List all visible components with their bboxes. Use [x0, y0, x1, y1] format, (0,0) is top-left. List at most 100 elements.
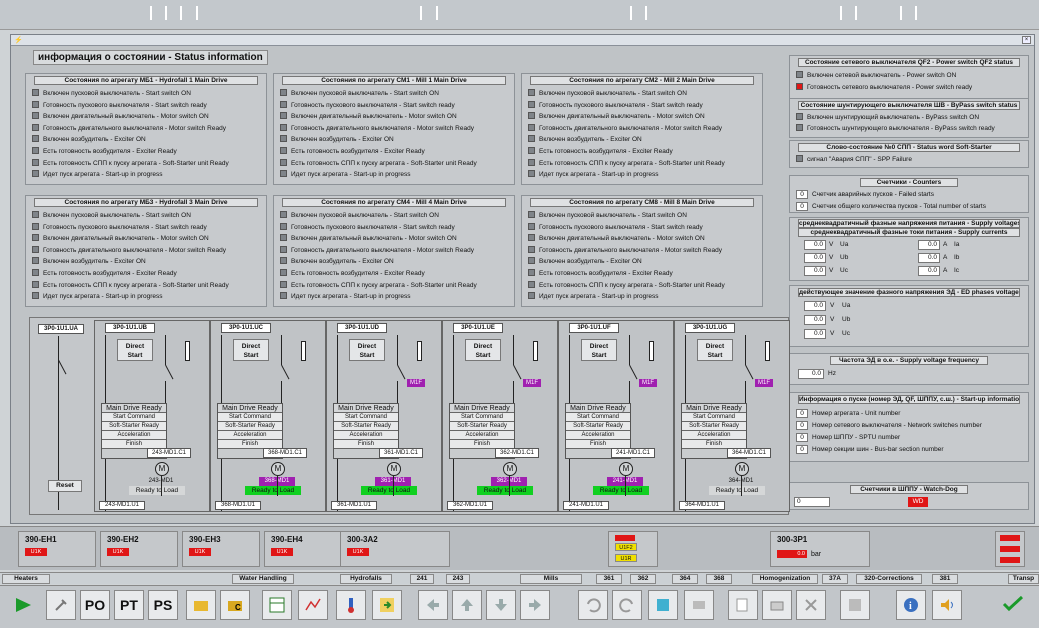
- info-icon[interactable]: i: [896, 590, 926, 620]
- nav-361[interactable]: 361: [596, 574, 622, 584]
- drive-status-row: Включен двигательный выключатель - Motor…: [280, 234, 457, 243]
- direct-start-button[interactable]: Direct Start: [349, 339, 385, 361]
- row-label: Готовность пускового выключателя - Start…: [539, 223, 703, 231]
- nav-37a[interactable]: 37A: [822, 574, 848, 584]
- feeder-line: [513, 381, 514, 403]
- import-icon[interactable]: [648, 590, 678, 620]
- close-icon[interactable]: ×: [1022, 36, 1031, 44]
- status-lamp: [280, 269, 287, 276]
- direct-start-button[interactable]: Direct Start: [117, 339, 153, 361]
- tools-icon[interactable]: [46, 590, 76, 620]
- forward-icon[interactable]: [684, 590, 714, 620]
- nav-381[interactable]: 381: [932, 574, 958, 584]
- m1f-tag: M1F: [639, 379, 657, 387]
- feeder-line: [397, 335, 398, 365]
- qf2-row-on: Включен сетевой выключатель - Power swit…: [796, 71, 956, 80]
- cell-tag: 3P0-1U1.UF: [569, 323, 619, 333]
- po-button[interactable]: PO: [80, 590, 110, 620]
- direct-start-button[interactable]: Direct Start: [697, 339, 733, 361]
- row-label: Включен пусковой выключатель - Start swi…: [539, 212, 687, 219]
- nav-hydrofalls[interactable]: Hydrofalls: [340, 574, 392, 584]
- startup-row: 0 Номер агрегата - Unit number: [796, 409, 900, 418]
- nav-heaters[interactable]: Heaters: [2, 574, 50, 584]
- row-label: Готовность пускового выключателя - Start…: [291, 223, 455, 231]
- nav-corrections[interactable]: 320-Corrections: [856, 574, 922, 584]
- motor-icon: M: [619, 462, 633, 476]
- copy-icon[interactable]: [728, 590, 758, 620]
- folder-c-icon[interactable]: C: [220, 590, 250, 620]
- nav-mills[interactable]: Mills: [520, 574, 582, 584]
- save-icon[interactable]: [840, 590, 870, 620]
- drive-ready-row: Main Drive Ready: [566, 404, 630, 413]
- drive-cell[interactable]: 3P0-1U1.UG Direct Start Main Drive Ready St…: [674, 320, 790, 512]
- motor-icon: M: [271, 462, 285, 476]
- drive-cell[interactable]: 3P0-1U1.UD Direct Start Main Drive Ready St…: [326, 320, 442, 512]
- toolbar: PO PT PS C i: [0, 585, 1039, 628]
- arrow-down-icon[interactable]: [486, 590, 516, 620]
- nav-241[interactable]: 241: [410, 574, 434, 584]
- table-icon[interactable]: [262, 590, 292, 620]
- direct-start-button[interactable]: Direct Start: [233, 339, 269, 361]
- nav-243[interactable]: 243: [446, 574, 470, 584]
- heater-box[interactable]: 390-EH4 U1K: [264, 531, 342, 567]
- sp1-box[interactable]: 300-3P1 0.0 bar: [770, 531, 870, 567]
- sa2-box[interactable]: 300-3A2 U1K: [340, 531, 450, 567]
- drive-status-row: Есть готовность возбудителя - Exciter Re…: [528, 269, 673, 278]
- status-word-group: Слово-состояние №0 СПП - Status word Sof…: [789, 140, 1029, 168]
- arrow-left-icon[interactable]: [418, 590, 448, 620]
- ps-button[interactable]: PS: [148, 590, 178, 620]
- row-label: Готовность двигательного выключателя - M…: [539, 246, 722, 254]
- nav-362[interactable]: 362: [630, 574, 656, 584]
- row-label: Счетчик общего количества пусков - Total…: [812, 203, 986, 210]
- drive-cell[interactable]: 3P0-1U1.UF Direct Start Main Drive Ready St…: [558, 320, 674, 512]
- status-lamp: [280, 147, 287, 154]
- sound-icon[interactable]: [932, 590, 962, 620]
- nav-364[interactable]: 364: [672, 574, 698, 584]
- drive-group: Состояния по агрегату СМ4 - Mill 4 Main …: [273, 195, 515, 307]
- drive-cell[interactable]: 3P0-1U1.UC Direct Start Main Drive Ready St…: [210, 320, 326, 512]
- reset-button[interactable]: Reset: [48, 480, 82, 492]
- drive-group-title: Состояния по агрегату СМ8 - Mill 8 Main …: [530, 198, 754, 207]
- status-lamp: [32, 257, 39, 265]
- drive-group: Состояния по агрегату СМ8 - Mill 8 Main …: [521, 195, 763, 307]
- startup-row: 0 Номер секции шин - Bus-bar section numb…: [796, 445, 944, 454]
- undo-icon[interactable]: [578, 590, 608, 620]
- md-c1-tag: 243-MD1.C1: [147, 448, 191, 458]
- folder-icon[interactable]: [186, 590, 216, 620]
- busbar: [277, 476, 278, 496]
- print-icon[interactable]: [762, 590, 792, 620]
- ed-phase-label: Ua: [842, 302, 851, 309]
- row-label: Номер ШППУ - SPTU number: [812, 434, 901, 441]
- export-icon[interactable]: [372, 590, 402, 620]
- row-label: Включен сетевой выключатель - Power swit…: [807, 72, 957, 79]
- nav-homogenization[interactable]: Homogenization: [752, 574, 818, 584]
- trend-icon[interactable]: [298, 590, 328, 620]
- drive-ready-row: Acceleration: [566, 431, 630, 440]
- direct-start-button[interactable]: Direct Start: [465, 339, 501, 361]
- nav-water-handling[interactable]: Water Handling: [232, 574, 294, 584]
- heater-box[interactable]: 390-EH3 U1K: [182, 531, 260, 567]
- startup-value: 0: [796, 445, 808, 454]
- thermometer-icon[interactable]: [336, 590, 366, 620]
- direct-start-button[interactable]: Direct Start: [581, 339, 617, 361]
- acknowledge-icon[interactable]: [998, 590, 1028, 620]
- startup-row: 0 Номер сетевого выключателя - Network sw…: [796, 421, 982, 430]
- window-titlebar[interactable]: ⚡ ×: [11, 35, 1034, 46]
- drive-status-row: Есть готовность СПП к пуску агрегата - S…: [32, 280, 229, 290]
- row-label: Включен двигательный выключатель - Motor…: [291, 113, 457, 121]
- drive-status-row: Готовность двигательного выключателя - M…: [528, 123, 722, 133]
- drive-cell[interactable]: 3P0-1U1.UE Direct Start Main Drive Ready St…: [442, 320, 558, 512]
- redo-icon[interactable]: [612, 590, 642, 620]
- pt-button[interactable]: PT: [114, 590, 144, 620]
- heater-box[interactable]: 390-EH2 U1K: [100, 531, 178, 567]
- drive-cell[interactable]: 3P0-1U1.UB Direct Start Main Drive Ready St…: [94, 320, 210, 512]
- delete-icon[interactable]: [796, 590, 826, 620]
- nav-368[interactable]: 368: [706, 574, 732, 584]
- nav-transport[interactable]: Transp: [1008, 574, 1039, 584]
- sa2-tag: U1K: [347, 548, 369, 556]
- arrow-right-icon[interactable]: [520, 590, 550, 620]
- heater-box[interactable]: 390-EH1 U1K: [18, 531, 96, 567]
- play-icon[interactable]: [8, 590, 38, 620]
- red-indicator: [1000, 535, 1020, 541]
- arrow-up-icon[interactable]: [452, 590, 482, 620]
